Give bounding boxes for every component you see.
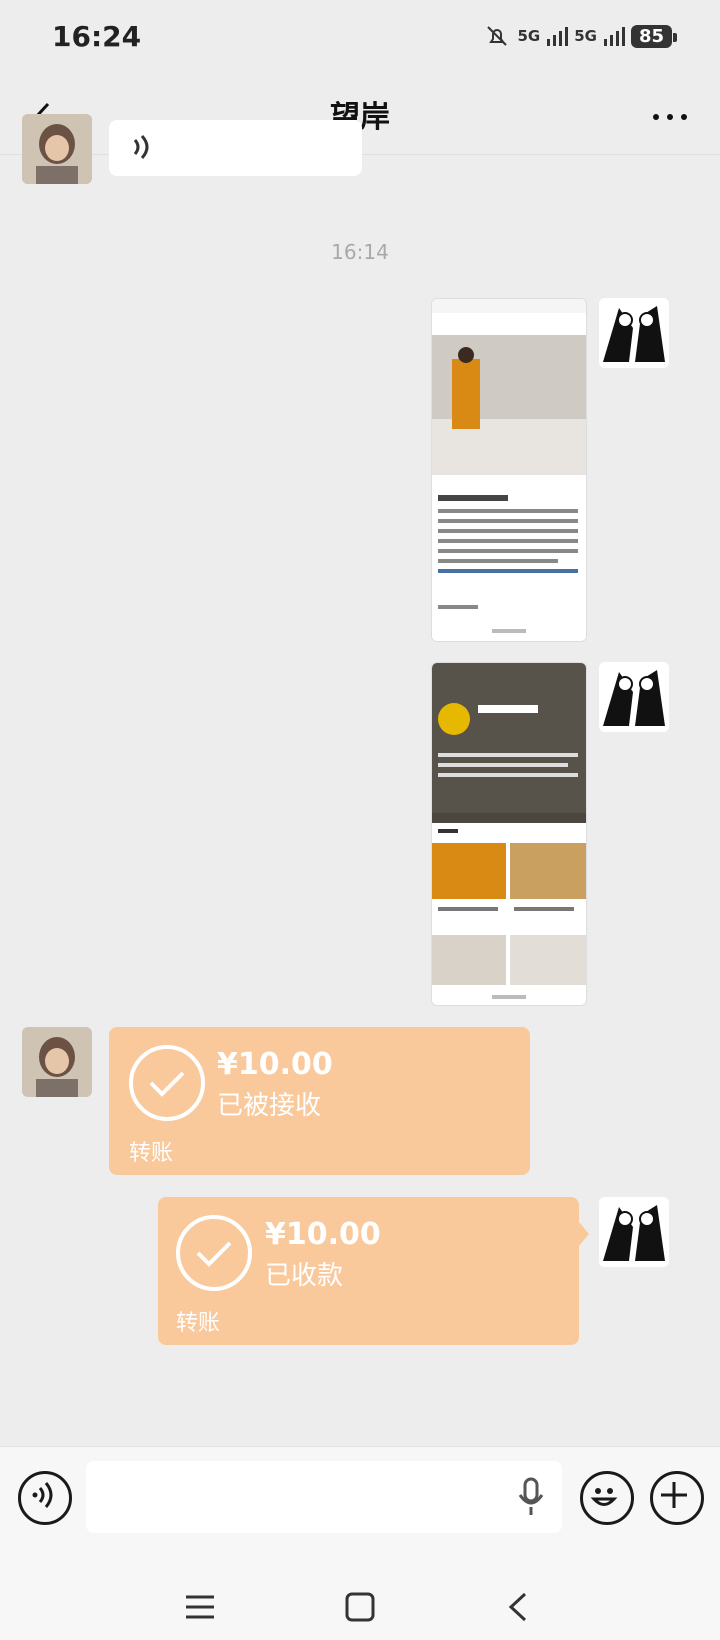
status-icons: 5G 5G 85	[483, 22, 678, 50]
back-nav-icon[interactable]	[503, 1590, 533, 1624]
status-time: 16:24	[52, 20, 142, 53]
check-circle-icon	[129, 1045, 205, 1121]
network-5g-label: 5G	[517, 27, 541, 45]
signal-icon	[547, 27, 569, 46]
previous-message-bubble[interactable]	[109, 120, 362, 176]
image-message-1[interactable]	[431, 298, 587, 642]
contact-avatar[interactable]	[22, 1027, 92, 1097]
transfer-label: 转账	[176, 1311, 221, 1336]
voice-wave-icon	[133, 134, 149, 160]
smiley-icon	[590, 1488, 618, 1506]
more-options-button[interactable]	[648, 94, 692, 140]
transfer-amount: ¥10.00	[265, 1217, 381, 1252]
message-timestamp: 16:14	[331, 240, 389, 264]
voice-icon	[32, 1482, 53, 1508]
more-functions-button[interactable]	[650, 1471, 704, 1525]
check-icon	[149, 1071, 185, 1097]
network-5g-label-2: 5G	[574, 27, 597, 45]
my-avatar-image	[599, 662, 669, 732]
emoji-button[interactable]	[580, 1471, 634, 1525]
contact-avatar-image	[22, 1027, 92, 1097]
bubble-tail-icon	[579, 1222, 589, 1246]
contact-avatar[interactable]	[22, 114, 92, 184]
battery-indicator: 85	[630, 24, 678, 48]
my-avatar-image	[599, 298, 669, 368]
my-avatar[interactable]	[599, 1197, 669, 1267]
menu-icon[interactable]	[183, 1592, 217, 1622]
input-bar	[0, 1446, 720, 1571]
microphone-icon[interactable]	[516, 1477, 546, 1517]
transfer-status: 已被接收	[217, 1091, 322, 1121]
check-circle-icon	[176, 1215, 252, 1291]
home-icon[interactable]	[343, 1590, 377, 1624]
transfer-amount: ¥10.00	[217, 1047, 333, 1082]
voice-input-button[interactable]	[18, 1471, 72, 1525]
contact-avatar-image	[22, 114, 92, 184]
my-avatar-image	[599, 1197, 669, 1267]
screenshot-thumbnail-2	[432, 663, 586, 1005]
signal-icon-2	[603, 27, 625, 46]
transfer-message-received[interactable]: ¥10.00 已被接收 转账	[109, 1027, 530, 1175]
status-bar: 16:24 5G 5G 85	[0, 0, 720, 80]
message-input[interactable]	[86, 1461, 562, 1533]
image-message-2[interactable]	[431, 662, 587, 1006]
check-icon	[196, 1241, 232, 1267]
plus-icon	[661, 1482, 687, 1508]
more-dots-icon	[653, 114, 687, 120]
system-navigation-bar	[0, 1570, 720, 1640]
my-avatar[interactable]	[599, 662, 669, 732]
transfer-label: 转账	[129, 1141, 174, 1166]
bell-off-icon	[487, 26, 508, 46]
screenshot-thumbnail-1	[432, 299, 586, 641]
transfer-message-sent[interactable]: ¥10.00 已收款 转账	[158, 1197, 579, 1345]
my-avatar[interactable]	[599, 298, 669, 368]
transfer-status: 已收款	[265, 1261, 344, 1291]
